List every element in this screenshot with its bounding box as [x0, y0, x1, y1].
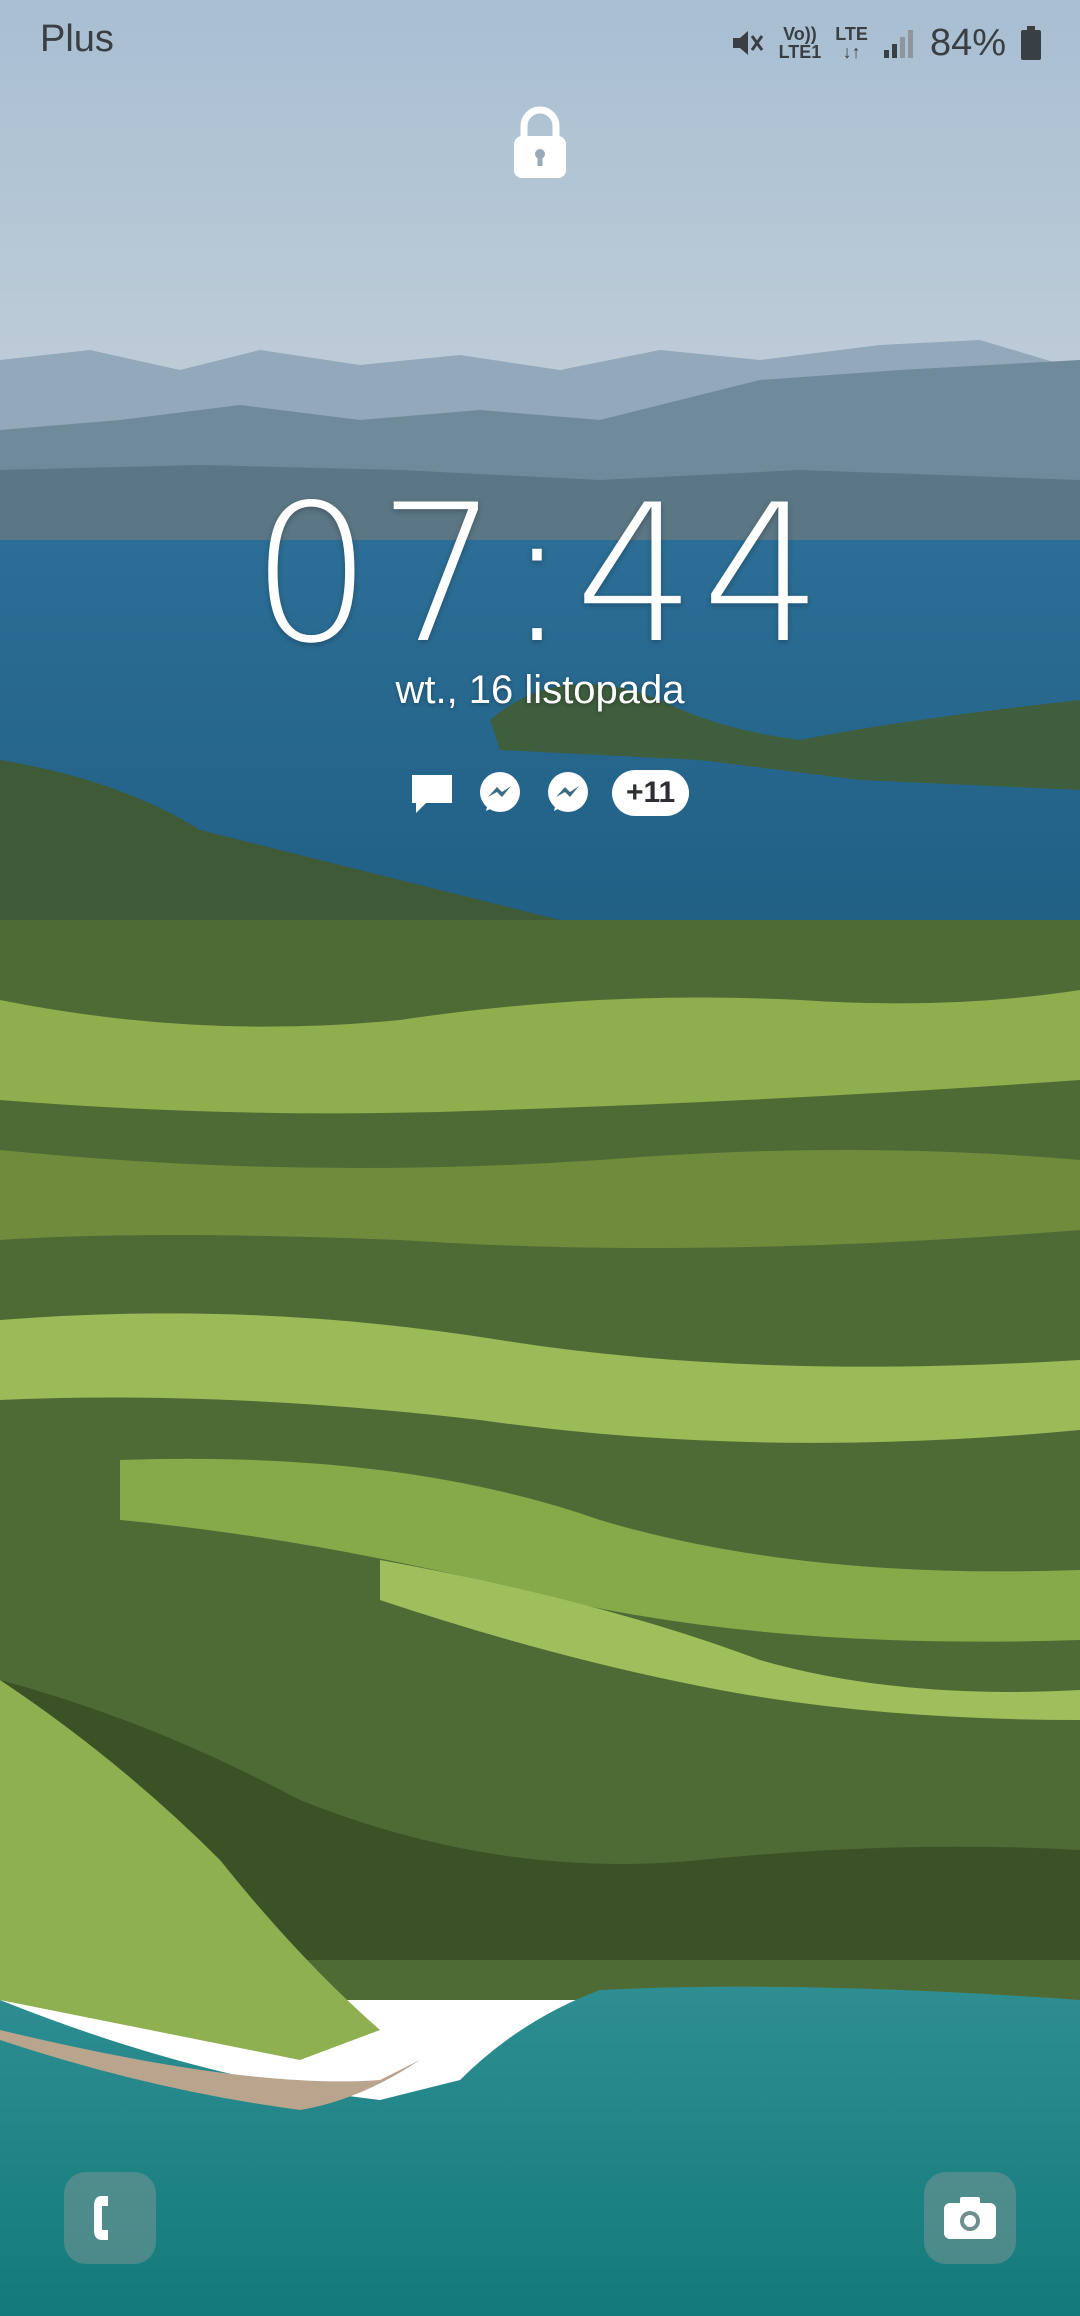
status-icons: Vo)) LTE1 LTE ↓↑ 84% — [729, 18, 1042, 68]
phone-icon — [94, 2196, 108, 2240]
signal-icon — [883, 30, 913, 58]
clock: 07:44 — [251, 464, 829, 685]
status-bar: Plus Vo)) LTE1 LTE ↓↑ 84% — [0, 0, 1080, 84]
battery-icon — [1021, 26, 1041, 60]
volte-icon: Vo)) LTE1 — [778, 24, 822, 62]
notification-icons[interactable]: +11 — [408, 766, 690, 820]
carrier-name: Plus — [40, 18, 114, 60]
battery-percent: 84% — [929, 21, 1006, 64]
phone-shortcut-button[interactable] — [64, 2172, 156, 2264]
wallpaper — [0, 0, 1080, 2316]
camera-shortcut-button[interactable] — [924, 2172, 1016, 2264]
mute-icon — [732, 31, 763, 55]
date: wt., 16 listopada — [395, 668, 685, 712]
lte-data-icon: LTE ↓↑ — [835, 24, 868, 62]
camera-icon — [944, 2197, 996, 2239]
more-notifications-badge[interactable]: +11 — [612, 770, 690, 816]
messenger-icon[interactable] — [476, 769, 524, 817]
messenger-icon[interactable] — [544, 769, 592, 817]
lock-icon[interactable] — [508, 104, 572, 180]
message-icon[interactable] — [408, 769, 456, 817]
